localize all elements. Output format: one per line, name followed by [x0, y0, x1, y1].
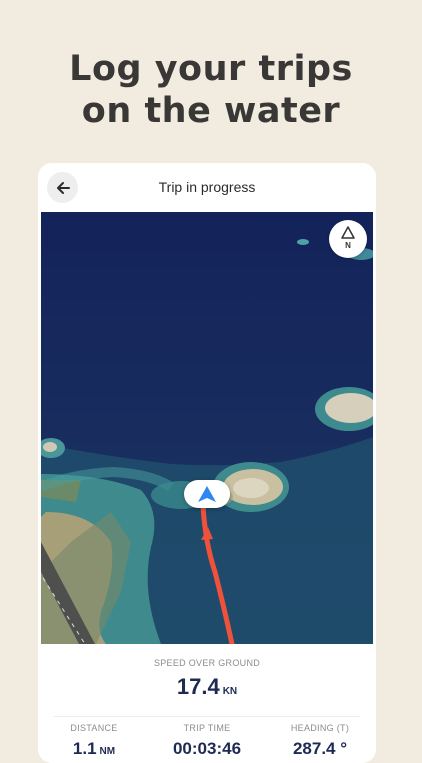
- page-title: Trip in progress: [158, 179, 256, 195]
- distance-value: 1.1: [72, 739, 97, 758]
- compass-label: N: [345, 241, 351, 250]
- distance-label: DISTANCE: [70, 723, 118, 733]
- satellite-map: [41, 212, 373, 644]
- speed-value: 17.4: [176, 674, 220, 699]
- heading-value: 287.4 °: [292, 739, 348, 758]
- stats-divider: [54, 716, 360, 717]
- headline-line-1: Log your trips: [69, 49, 353, 89]
- distance-unit: NM: [99, 746, 116, 757]
- vessel-marker: [184, 480, 230, 508]
- headline-line-2: on the water: [81, 91, 341, 131]
- trip-time-stat: TRIP TIME 00:03:46: [151, 723, 263, 759]
- navigation-arrow-icon: [198, 486, 216, 502]
- trip-stats-panel: SPEED OVER GROUND 17.4 KN DISTANCE 1.1 NM …: [38, 644, 376, 763]
- speed-readout: 17.4 KN: [38, 674, 376, 700]
- heading-stat: HEADING (T) 287.4 °: [264, 723, 376, 759]
- speed-label: SPEED OVER GROUND: [153, 658, 261, 668]
- compass-button[interactable]: N: [329, 220, 367, 258]
- map-view[interactable]: N: [41, 212, 373, 644]
- trip-time-label: TRIP TIME: [183, 723, 231, 733]
- distance-readout: 1.1 NM: [38, 739, 150, 759]
- headline: Log your trips on the water: [0, 48, 422, 132]
- top-bar: Trip in progress: [38, 163, 376, 212]
- phone-screen: Trip in progress N SPEED OVER GROUND 17.…: [38, 163, 376, 763]
- speed-unit: KN: [222, 686, 238, 697]
- north-compass-icon: [341, 226, 355, 239]
- trip-time-value: 00:03:46: [172, 739, 242, 758]
- distance-stat: DISTANCE 1.1 NM: [38, 723, 150, 759]
- heading-label: HEADING (T): [290, 723, 350, 733]
